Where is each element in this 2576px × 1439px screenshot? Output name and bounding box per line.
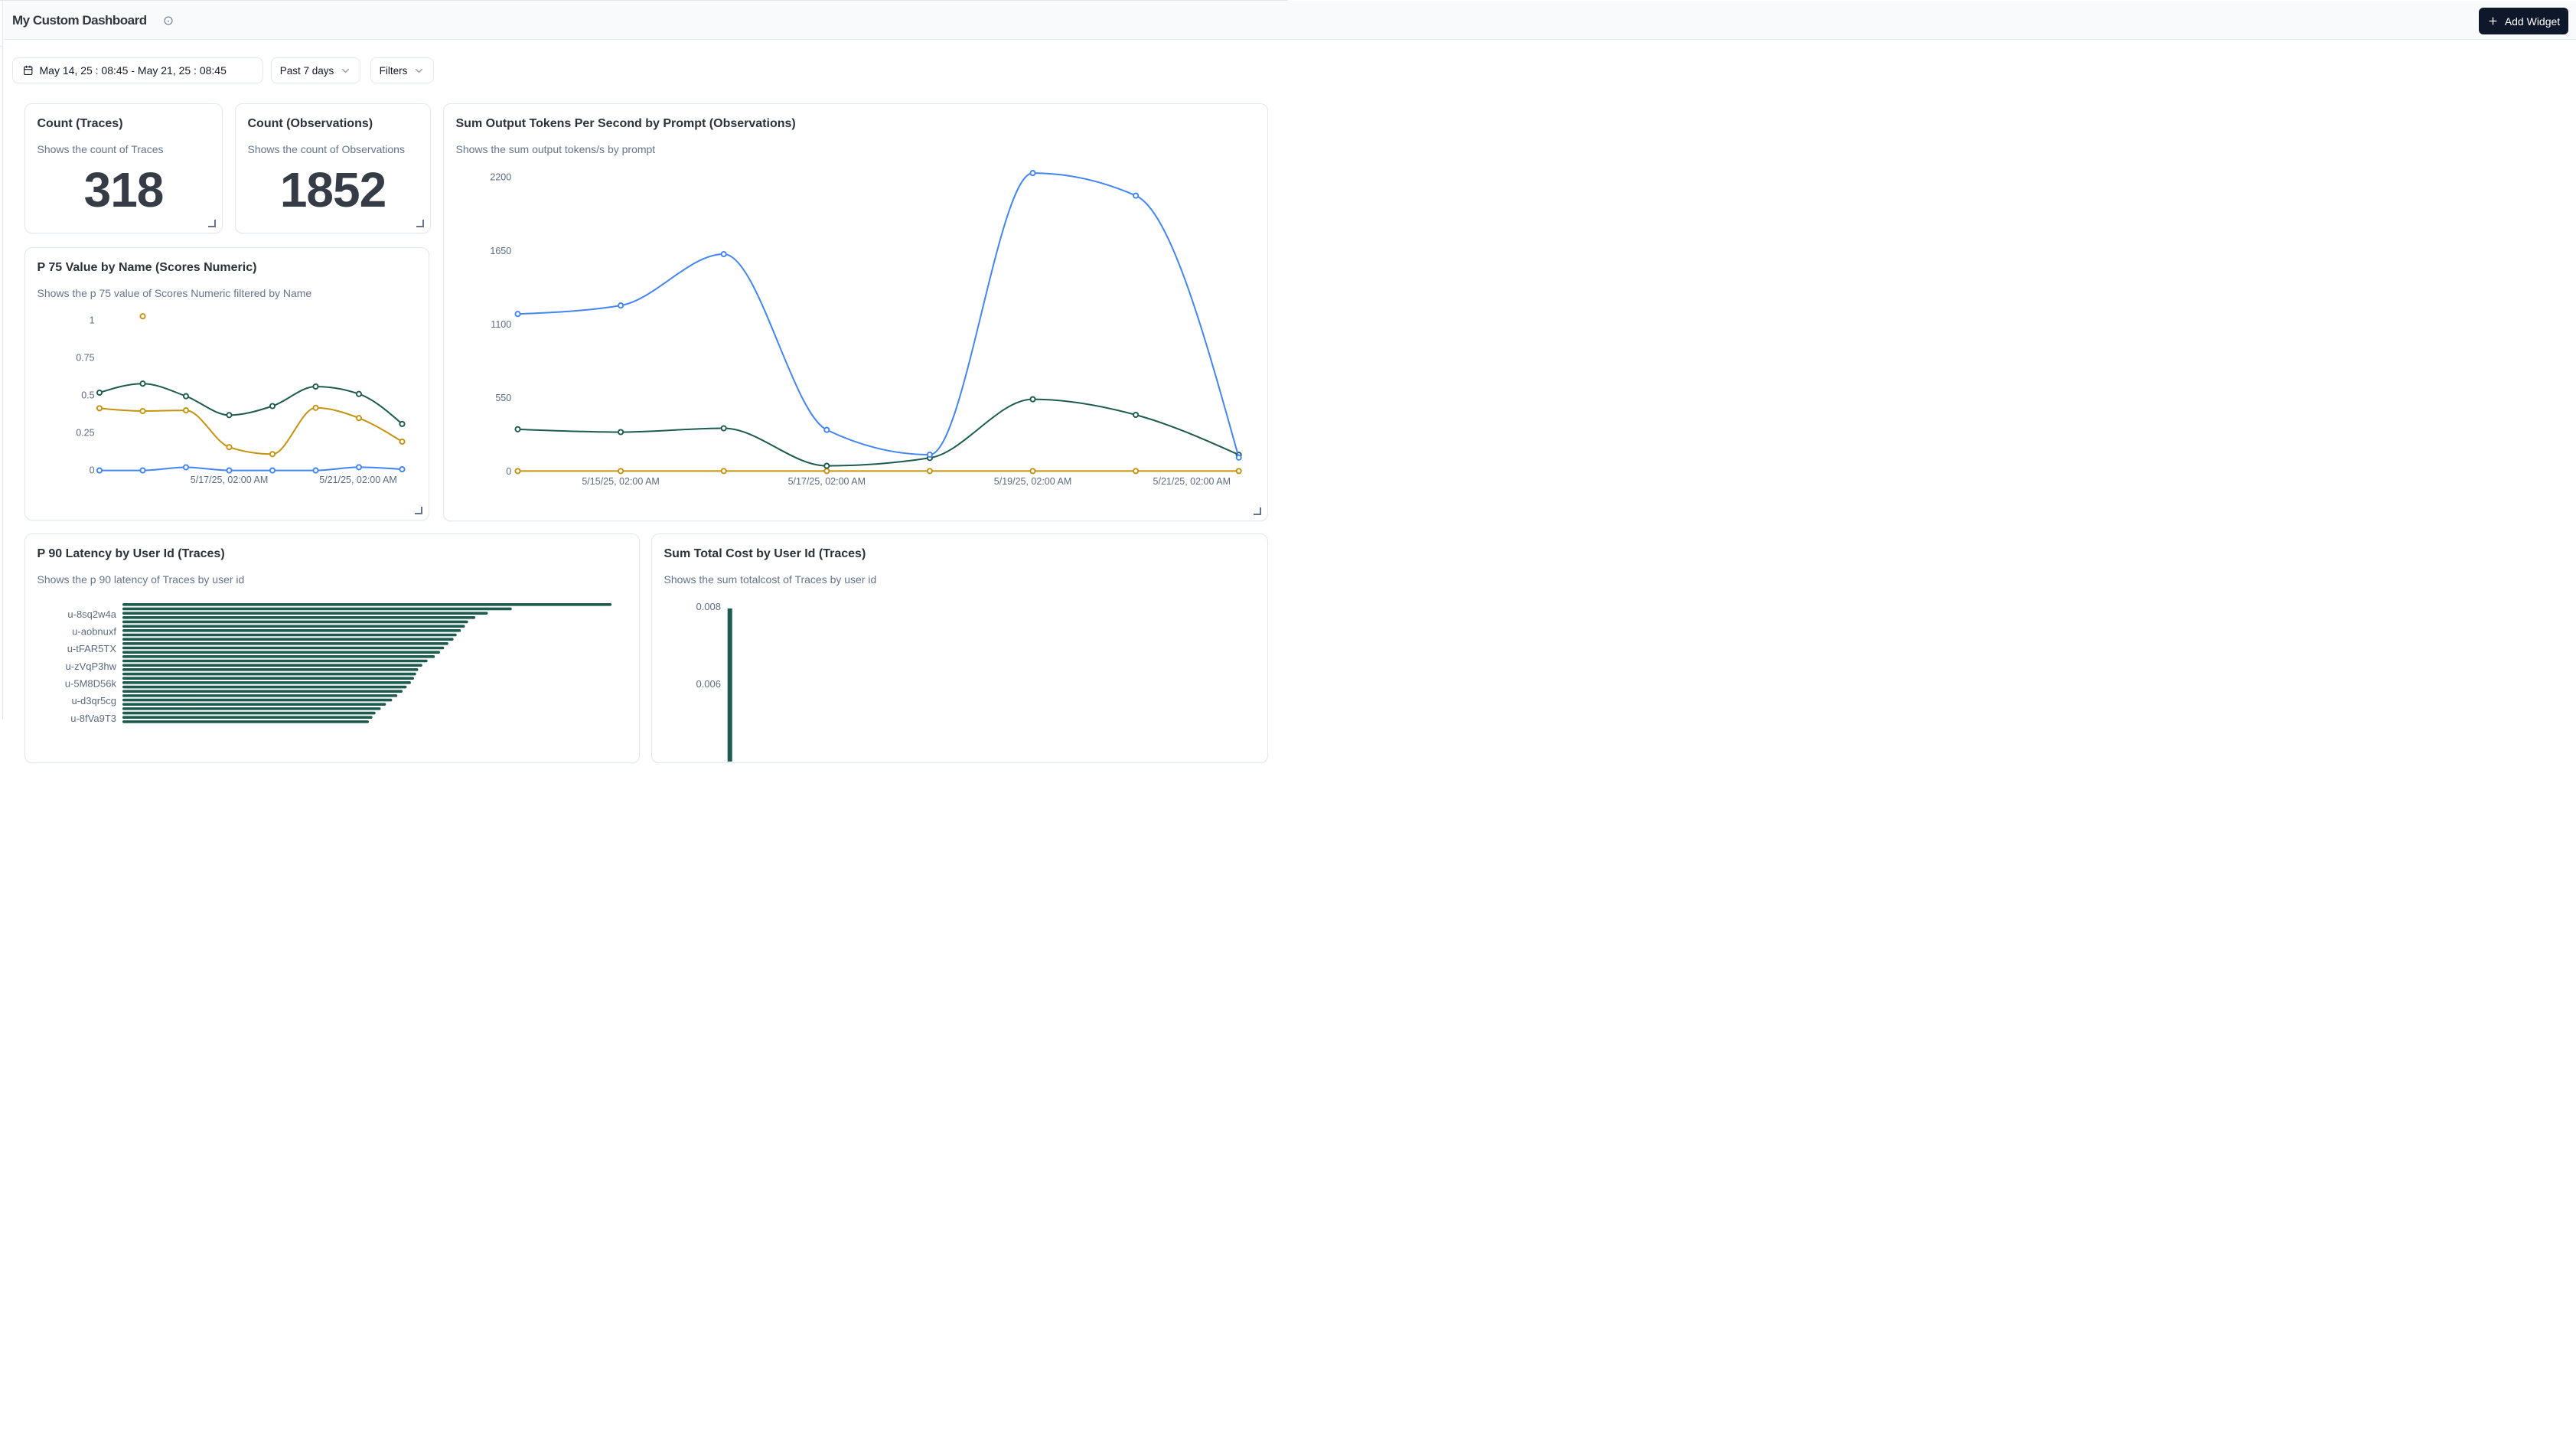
- svg-text:u-8sq2w4a: u-8sq2w4a: [67, 609, 116, 620]
- svg-text:0.008: 0.008: [696, 601, 721, 612]
- svg-text:0: 0: [506, 466, 511, 477]
- svg-text:5/21/25, 02:00 AM: 5/21/25, 02:00 AM: [1153, 476, 1231, 487]
- svg-text:1100: 1100: [491, 319, 511, 330]
- svg-text:u-d3qr5cg: u-d3qr5cg: [71, 695, 116, 706]
- svg-text:1: 1: [90, 315, 95, 325]
- svg-text:5/17/25, 02:00 AM: 5/17/25, 02:00 AM: [191, 475, 268, 485]
- svg-text:1650: 1650: [490, 246, 511, 256]
- svg-text:5/21/25, 02:00 AM: 5/21/25, 02:00 AM: [319, 475, 396, 485]
- svg-text:u-zVqP3hw: u-zVqP3hw: [66, 661, 117, 672]
- svg-text:5/15/25, 02:00 AM: 5/15/25, 02:00 AM: [582, 476, 659, 487]
- svg-text:u-aobnuxf: u-aobnuxf: [72, 626, 116, 638]
- svg-text:u-5M8D56k: u-5M8D56k: [65, 677, 117, 689]
- svg-text:0.006: 0.006: [696, 678, 721, 690]
- svg-text:5/17/25, 02:00 AM: 5/17/25, 02:00 AM: [788, 476, 866, 487]
- svg-text:u-tFAR5TX: u-tFAR5TX: [67, 643, 117, 654]
- svg-text:5/19/25, 02:00 AM: 5/19/25, 02:00 AM: [994, 476, 1071, 487]
- svg-text:2200: 2200: [490, 172, 511, 183]
- svg-text:0.75: 0.75: [76, 352, 94, 363]
- svg-text:0.5: 0.5: [81, 390, 94, 400]
- svg-text:550: 550: [495, 393, 511, 403]
- svg-text:0.25: 0.25: [76, 427, 94, 438]
- svg-text:0: 0: [90, 465, 95, 475]
- svg-text:u-8fVa9T3: u-8fVa9T3: [70, 713, 116, 724]
